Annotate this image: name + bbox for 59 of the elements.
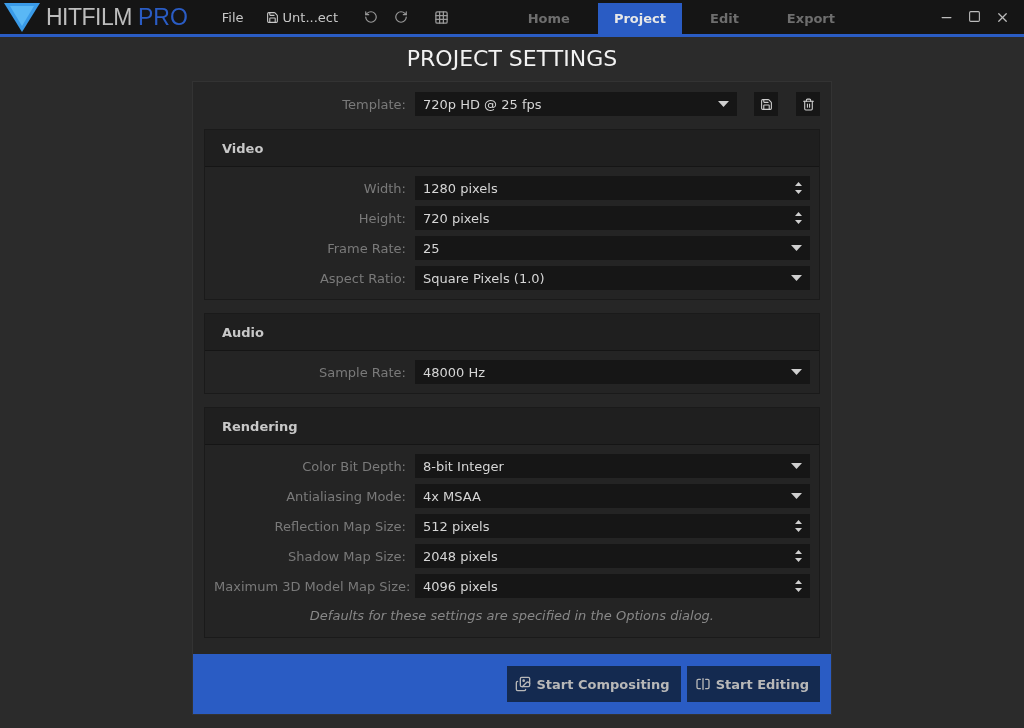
dropdown[interactable]: Square Pixels (1.0) <box>415 266 810 290</box>
number-field[interactable]: 720 pixels <box>415 206 810 230</box>
number-field[interactable]: 512 pixels <box>415 514 810 538</box>
app-edition: PRO <box>137 3 188 31</box>
maximize-icon[interactable] <box>968 9 981 23</box>
spinner-arrows-icon <box>795 579 802 593</box>
nav-tab[interactable]: Edit <box>686 3 763 34</box>
field-label: Sample Rate: <box>317 364 406 380</box>
project-name[interactable]: Unt...ect <box>265 9 339 25</box>
delete-template-button[interactable] <box>796 92 820 116</box>
number-field[interactable]: 1280 pixels <box>415 176 810 200</box>
nav-tab[interactable]: Project <box>597 3 682 34</box>
dropdown-arrow-icon <box>791 369 802 375</box>
app-name: HITFILM <box>46 3 132 31</box>
editor-icon <box>694 676 711 692</box>
nav-tab[interactable]: Export <box>762 3 859 34</box>
field-label: Color Bit Depth: <box>301 458 406 474</box>
dropdown-arrow-icon <box>791 493 802 499</box>
dropdown-arrow-icon <box>791 275 802 281</box>
template-dropdown[interactable]: 720p HD @ 25 fps <box>415 92 737 116</box>
nav-tab[interactable]: Home <box>503 3 594 34</box>
save-icon <box>759 97 773 111</box>
save-icon <box>265 10 279 24</box>
spinner-arrows-icon <box>795 181 802 195</box>
page-title: PROJECT SETTINGS <box>405 45 619 73</box>
section-header: Video <box>205 130 819 167</box>
field-label: Template: <box>341 96 406 112</box>
undo-icon[interactable] <box>364 10 379 24</box>
field-label: Height: <box>357 210 406 226</box>
section-header: Audio <box>205 314 819 351</box>
redo-icon[interactable] <box>394 10 409 24</box>
dropdown-arrow-icon <box>791 245 802 251</box>
logo-icon <box>4 2 40 32</box>
grid-icon[interactable] <box>434 9 450 25</box>
dropdown[interactable]: 4x MSAA <box>415 484 810 508</box>
dropdown[interactable]: 48000 Hz <box>415 360 810 384</box>
field-label: Frame Rate: <box>326 240 406 256</box>
trash-icon <box>801 97 815 111</box>
field-label: Shadow Map Size: <box>286 548 406 564</box>
number-field[interactable]: 2048 pixels <box>415 544 810 568</box>
field-label: Width: <box>362 180 406 196</box>
file-menu[interactable]: File <box>221 9 244 25</box>
dropdown[interactable]: 8-bit Integer <box>415 454 810 478</box>
images-icon <box>515 676 532 692</box>
section-header: Rendering <box>205 408 819 445</box>
dropdown-arrow-icon <box>718 101 729 107</box>
dropdown[interactable]: 25 <box>415 236 810 260</box>
field-label: Antialiasing Mode: <box>285 488 406 504</box>
field-label: Reflection Map Size: <box>273 518 406 534</box>
hint-text: Defaults for these settings are specified in the Options dialog. <box>308 607 715 625</box>
start-compositing-button[interactable]: Start Compositing <box>507 666 681 702</box>
number-field[interactable]: 4096 pixels <box>415 574 810 598</box>
save-template-button[interactable] <box>754 92 778 116</box>
field-label: Aspect Ratio: <box>318 270 406 286</box>
spinner-arrows-icon <box>795 211 802 225</box>
start-editing-button[interactable]: Start Editing <box>686 666 820 702</box>
spinner-arrows-icon <box>795 519 802 533</box>
dropdown-arrow-icon <box>791 463 802 469</box>
spinner-arrows-icon <box>795 549 802 563</box>
